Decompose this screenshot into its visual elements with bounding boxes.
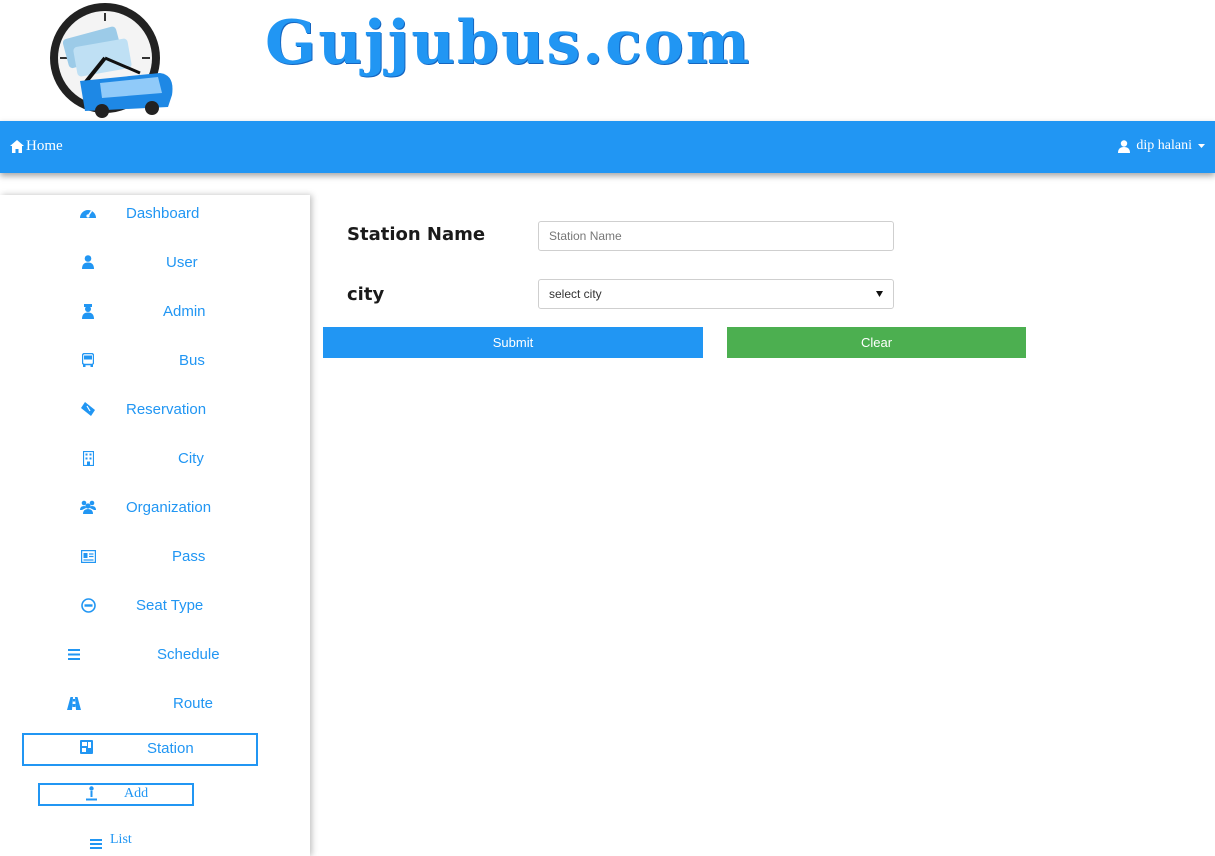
sidebar-subitem-label: Add [124,786,149,801]
group-icon [78,497,98,517]
bars-icon [64,644,84,664]
dropdown-arrow-icon [876,291,883,297]
user-name: dip halani [1136,138,1192,153]
clear-button[interactable]: Clear [727,327,1026,358]
minus-circle-icon [78,595,98,615]
sidebar-subitem-label: List [110,832,132,847]
station-name-input[interactable] [538,221,894,251]
admin-icon [78,301,98,321]
submit-button[interactable]: Submit [323,327,703,358]
station-name-label: Station Name [347,224,486,245]
city-select-value: select city [549,287,602,301]
home-link[interactable]: Home [10,138,63,155]
home-icon [10,140,24,153]
top-navbar: Home dip halani [0,121,1215,173]
sidebar-item-label: Bus [179,352,205,369]
sidebar-subitem-list[interactable]: List [0,823,310,853]
city-select[interactable]: select city [538,279,894,309]
id-card-icon [78,546,98,566]
sidebar-item-label: Seat Type [136,597,204,614]
sidebar-item-label: Dashboard [126,205,200,222]
sidebar-item-organization[interactable]: Organization [0,493,310,533]
sidebar-item-bus[interactable]: Bus [0,346,310,386]
sidebar-item-label: Organization [126,499,212,516]
sidebar-item-reservation[interactable]: Reservation [0,395,310,435]
city-label: city [347,284,385,305]
caret-down-icon [1198,143,1205,148]
sidebar-item-label: Reservation [126,401,207,418]
sidebar-item-label: User [166,254,198,271]
sidebar-item-label: City [178,450,204,467]
station-icon [80,740,93,759]
user-menu[interactable]: dip halani [1118,138,1205,154]
sidebar-item-seat-type[interactable]: Seat Type [0,591,310,631]
user-icon [1118,139,1131,153]
sidebar-item-label: Station [147,740,194,757]
sidebar-item-pass[interactable]: Pass [0,542,310,582]
sidebar-subitem-add[interactable]: Add [38,783,194,806]
site-logo[interactable] [40,3,180,119]
dashboard-icon [78,203,98,223]
building-icon [78,448,98,468]
site-title: Gujjubus.com [265,8,752,78]
person-add-icon [86,786,97,806]
sidebar-item-label: Schedule [157,646,220,663]
sidebar-item-admin[interactable]: Admin [0,297,310,337]
home-label: Home [26,138,63,154]
sidebar: Dashboard User Admin Bus Reservation Cit… [0,195,310,856]
bus-clock-logo-icon [50,3,173,118]
sidebar-item-route[interactable]: Route [0,689,310,729]
list-icon [90,836,102,854]
bus-icon [78,350,98,370]
user-icon [78,252,98,272]
ticket-icon [78,399,98,419]
road-icon [64,693,84,713]
sidebar-item-label: Route [173,695,214,712]
sidebar-item-label: Admin [163,303,206,320]
sidebar-item-user[interactable]: User [0,248,310,288]
sidebar-item-label: Pass [172,548,206,565]
sidebar-item-station[interactable]: Station [22,733,258,766]
sidebar-item-schedule[interactable]: Schedule [0,640,310,680]
sidebar-item-city[interactable]: City [0,444,310,484]
sidebar-item-dashboard[interactable]: Dashboard [0,199,310,239]
